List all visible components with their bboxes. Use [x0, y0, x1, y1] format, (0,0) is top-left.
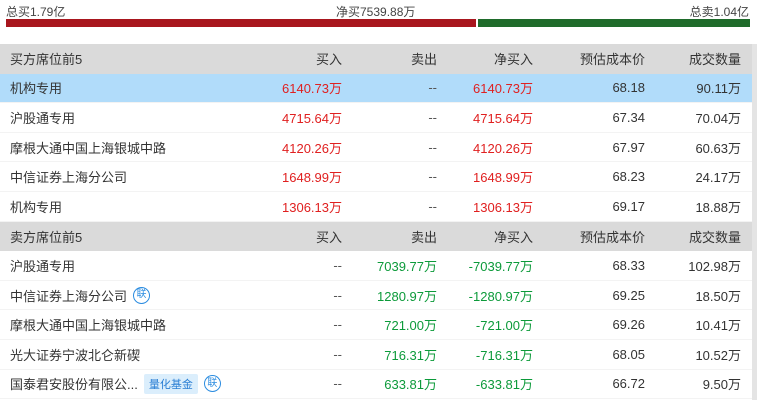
net-amount: -7039.77万	[468, 258, 533, 274]
buy-amount: --	[333, 346, 342, 362]
volume: 18.50万	[695, 288, 741, 304]
buy-amount: --	[333, 287, 342, 303]
seat-name: 摩根大通中国上海银城中路	[10, 318, 167, 334]
total-sell-label: 总卖1.04亿	[689, 5, 749, 19]
volume: 10.41万	[695, 318, 741, 334]
volume: 70.04万	[695, 110, 741, 126]
header-volume: 成交数量	[688, 52, 741, 68]
buy-amount: --	[333, 257, 342, 273]
seat-name: 国泰君安股份有限公...	[10, 377, 138, 393]
header-sell: 卖出	[410, 52, 437, 68]
net-buy-label: 净买7539.88万	[336, 5, 416, 19]
buy-amount: 1648.99万	[282, 170, 342, 186]
table-row[interactable]: 国泰君安股份有限公... 量化基金 联 -- 633.81万 -633.81万 …	[0, 370, 752, 400]
table-row[interactable]: 沪股通专用 -- 7039.77万 -7039.77万 68.33 102.98…	[0, 251, 752, 281]
sell-amount: --	[428, 80, 437, 96]
cost-price: 69.26	[612, 317, 645, 333]
header-net: 净买入	[493, 229, 533, 245]
cost-price: 69.17	[612, 198, 645, 214]
cost-price: 68.23	[612, 169, 645, 185]
sell-amount: --	[428, 109, 437, 125]
net-amount: 4715.64万	[473, 110, 533, 126]
volume: 9.50万	[702, 377, 741, 393]
volume: 18.88万	[695, 199, 741, 215]
buy-amount: --	[333, 317, 342, 333]
total-buy-label: 总买1.79亿	[6, 5, 66, 19]
cost-price: 66.72	[612, 376, 645, 392]
volume: 10.52万	[695, 347, 741, 363]
seat-name: 光大证券宁波北仑新碶	[10, 347, 141, 363]
seat-name: 中信证券上海分公司	[10, 170, 128, 186]
cost-price: 69.25	[612, 287, 645, 303]
sell-amount: --	[428, 139, 437, 155]
cost-price: 67.34	[612, 109, 645, 125]
net-amount: -721.00万	[475, 318, 533, 334]
buy-portion-bar	[6, 19, 477, 27]
related-seat-icon[interactable]: 联	[203, 375, 221, 393]
sell-amount: 716.31万	[384, 347, 437, 363]
volume: 24.17万	[695, 170, 741, 186]
seat-name: 中信证券上海分公司	[10, 288, 128, 304]
seat-name: 沪股通专用	[10, 258, 76, 274]
table-row[interactable]: 机构专用 6140.73万 -- 6140.73万 68.18 90.11万	[0, 73, 752, 104]
quant-fund-tag[interactable]: 量化基金	[143, 373, 198, 394]
buy-amount: 6140.73万	[282, 81, 342, 97]
sell-amount: --	[428, 169, 437, 185]
net-amount: 6140.73万	[473, 81, 533, 97]
table-row[interactable]: 沪股通专用 4715.64万 -- 4715.64万 67.34 70.04万	[0, 103, 752, 133]
sellers-header-row: 卖方席位前5 买入 卖出 净买入 预估成本价 成交数量	[0, 221, 752, 252]
buy-sell-ratio-bar	[6, 19, 750, 27]
scrollbar[interactable]	[752, 44, 757, 400]
sell-amount: 721.00万	[384, 318, 437, 334]
header-buy: 买入	[315, 52, 342, 68]
seat-name: 机构专用	[10, 199, 63, 215]
net-amount: 4120.26万	[473, 140, 533, 156]
buy-amount: 4715.64万	[282, 110, 342, 126]
table-row[interactable]: 摩根大通中国上海银城中路 -- 721.00万 -721.00万 69.26 1…	[0, 310, 752, 340]
summary-bar-labels: 总买1.79亿 净买7539.88万 总卖1.04亿	[0, 0, 757, 19]
header-volume: 成交数量	[688, 229, 741, 245]
cost-price: 68.05	[612, 346, 645, 362]
header-seat: 卖方席位前5	[10, 229, 83, 245]
net-amount: 1648.99万	[473, 170, 533, 186]
sell-amount: 633.81万	[384, 377, 437, 393]
sell-portion-bar	[478, 19, 750, 27]
volume: 60.63万	[695, 140, 741, 156]
net-amount: 1306.13万	[473, 199, 533, 215]
header-cost: 预估成本价	[579, 229, 645, 245]
cost-price: 68.33	[612, 257, 645, 273]
buyers-header-row: 买方席位前5 买入 卖出 净买入 预估成本价 成交数量	[0, 44, 752, 74]
seat-name: 机构专用	[10, 81, 63, 97]
buy-amount: 1306.13万	[282, 199, 342, 215]
buy-amount: 4120.26万	[282, 140, 342, 156]
sell-amount: 7039.77万	[377, 258, 437, 274]
net-amount: -633.81万	[475, 377, 533, 393]
cost-price: 68.18	[612, 80, 645, 96]
seat-name: 沪股通专用	[10, 110, 76, 126]
cost-price: 67.97	[612, 139, 645, 155]
table-row[interactable]: 中信证券上海分公司 联 -- 1280.97万 -1280.97万 69.25 …	[0, 281, 752, 311]
table-row[interactable]: 光大证券宁波北仑新碶 -- 716.31万 -716.31万 68.05 10.…	[0, 340, 752, 370]
header-net: 净买入	[493, 52, 533, 68]
sell-amount: --	[428, 198, 437, 214]
net-amount: -716.31万	[475, 347, 533, 363]
header-buy: 买入	[315, 229, 342, 245]
net-amount: -1280.97万	[468, 288, 533, 304]
header-cost: 预估成本价	[579, 52, 645, 68]
volume: 102.98万	[688, 258, 741, 274]
seat-table: 买方席位前5 买入 卖出 净买入 预估成本价 成交数量 机构专用 6140.73…	[0, 44, 752, 400]
header-seat: 买方席位前5	[10, 52, 83, 68]
buy-amount: --	[333, 376, 342, 392]
volume: 90.11万	[696, 81, 741, 97]
seat-name: 摩根大通中国上海银城中路	[10, 140, 167, 156]
table-row[interactable]: 机构专用 1306.13万 -- 1306.13万 69.17 18.88万	[0, 192, 752, 222]
related-seat-icon[interactable]: 联	[133, 286, 151, 304]
table-row[interactable]: 摩根大通中国上海银城中路 4120.26万 -- 4120.26万 67.97 …	[0, 133, 752, 163]
header-sell: 卖出	[410, 229, 437, 245]
table-row[interactable]: 中信证券上海分公司 1648.99万 -- 1648.99万 68.23 24.…	[0, 162, 752, 192]
sell-amount: 1280.97万	[377, 288, 437, 304]
